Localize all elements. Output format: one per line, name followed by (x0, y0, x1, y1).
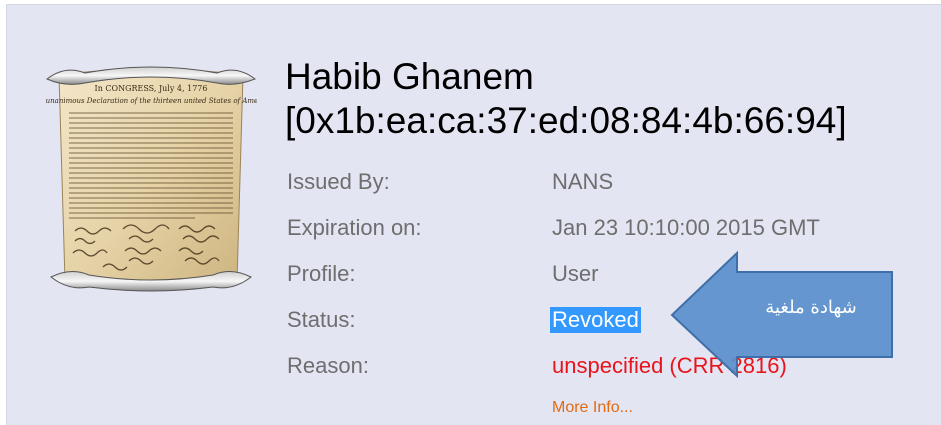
certificate-title: Habib Ghanem [0x1b:ea:ca:37:ed:08:84:4b:… (285, 55, 847, 143)
profile-label: Profile: (287, 261, 356, 286)
status-label: Status: (287, 307, 356, 332)
expiration-value: Jan 23 10:10:00 2015 GMT (552, 215, 820, 240)
svg-text:In CONGRESS, July 4, 1776: In CONGRESS, July 4, 1776 (95, 84, 208, 93)
svg-text:The unanimous Declaration of t: The unanimous Declaration of the thirtee… (45, 97, 257, 105)
issued-by-value: NANS (552, 169, 614, 194)
expiration-label: Expiration on: (287, 215, 422, 240)
holder-name: Habib Ghanem (285, 56, 534, 97)
certificate-image: In CONGRESS, July 4, 1776 The unanimous … (45, 66, 257, 292)
status-value: Revoked (550, 307, 641, 333)
annotation-text: شهادة ملغية (765, 297, 857, 318)
issued-by-label: Issued By: (287, 169, 390, 194)
reason-value: unspecified (CRR 2816) (552, 353, 787, 378)
certificate-panel: In CONGRESS, July 4, 1776 The unanimous … (6, 4, 941, 425)
more-info-link[interactable]: More Info... (552, 399, 633, 417)
profile-value: User (552, 261, 599, 286)
certificate-serial: [0x1b:ea:ca:37:ed:08:84:4b:66:94] (285, 100, 847, 141)
reason-label: Reason: (287, 353, 369, 378)
